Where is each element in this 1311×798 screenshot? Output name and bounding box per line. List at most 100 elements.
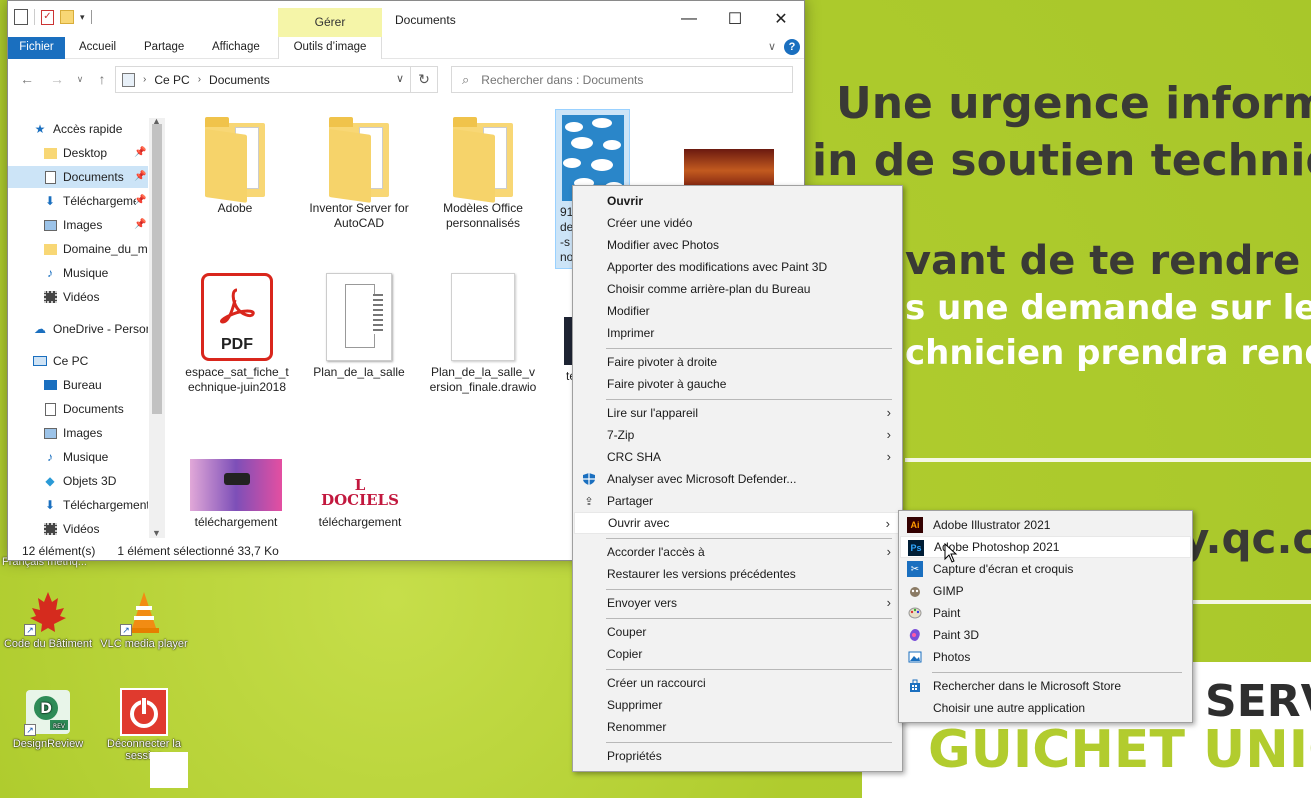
tab-file[interactable]: Fichier xyxy=(8,37,65,59)
openwith-gimp[interactable]: GIMP xyxy=(900,580,1191,602)
nav-scrollbar[interactable]: ▲ ▼ xyxy=(149,116,165,538)
nav-desktop[interactable]: Desktop xyxy=(8,142,148,164)
openwith-paint[interactable]: Paint xyxy=(900,602,1191,624)
tab-manage[interactable]: Gérer xyxy=(278,8,382,37)
search-input[interactable] xyxy=(479,71,760,88)
scroll-down-icon[interactable]: ▼ xyxy=(152,528,161,538)
shortcut-arrow-icon: ↗ xyxy=(24,624,36,636)
tab-image-tools[interactable]: Outils d’image xyxy=(278,37,382,59)
menu-defender-scan[interactable]: Analyser avec Microsoft Defender... xyxy=(574,468,901,490)
properties-icon[interactable] xyxy=(14,9,28,25)
breadcrumb-documents[interactable]: Documents xyxy=(209,73,270,87)
file-item-image[interactable]: L DOCIELS téléchargement xyxy=(312,475,408,530)
openwith-illustrator[interactable]: Ai Adobe Illustrator 2021 xyxy=(900,514,1191,536)
file-item-image[interactable]: téléchargement xyxy=(188,459,284,530)
nav-pc-videos[interactable]: Vidéos xyxy=(8,518,148,540)
menu-rotate-right[interactable]: Faire pivoter à droite xyxy=(574,351,901,373)
checklist-icon[interactable]: ✓ xyxy=(41,9,54,25)
desktop-icon-code-batiment[interactable]: ↗ Code du Bâtiment xyxy=(3,588,93,650)
menu-7zip[interactable]: 7-Zip › xyxy=(574,424,901,446)
desktop-icon-vlc[interactable]: ↗ VLC media player xyxy=(99,588,189,650)
new-folder-icon[interactable] xyxy=(60,10,74,24)
desktop-icon-logoff[interactable]: Déconnecter la session xyxy=(99,688,189,762)
menu-edit[interactable]: Modifier xyxy=(574,300,901,322)
menu-cut[interactable]: Couper xyxy=(574,621,901,643)
search-box[interactable]: ⌕ xyxy=(451,66,793,93)
menu-create-video[interactable]: Créer une vidéo xyxy=(574,212,901,234)
nav-pc-desktop[interactable]: Bureau xyxy=(8,374,148,396)
file-item-doc[interactable]: Plan_de_la_salle xyxy=(304,273,414,380)
file-item-pdf[interactable]: PDF espace_sat_fiche_technique-juin2018 xyxy=(182,273,292,395)
menu-separator xyxy=(932,672,1182,673)
nav-label: OneDrive - Person xyxy=(53,322,148,336)
tab-home[interactable]: Accueil xyxy=(69,37,126,59)
close-button[interactable]: ✕ xyxy=(758,1,804,37)
picture-icon xyxy=(42,217,58,233)
menu-edit-paint3d[interactable]: Apporter des modifications avec Paint 3D xyxy=(574,256,901,278)
ribbon-tabs: Fichier Accueil Partage Affichage Outils… xyxy=(8,37,804,59)
address-dropdown-icon[interactable]: ∨ xyxy=(396,72,404,85)
file-item-image[interactable] xyxy=(681,149,776,189)
power-icon xyxy=(120,688,168,736)
ribbon-expand-icon[interactable]: ∨ xyxy=(768,40,776,53)
menu-set-background[interactable]: Choisir comme arrière-plan du Bureau xyxy=(574,278,901,300)
menu-restore-versions[interactable]: Restaurer les versions précédentes xyxy=(574,563,901,585)
nav-downloads[interactable]: ⬇ Téléchargements xyxy=(8,190,136,212)
recent-dropdown-icon[interactable]: ∨ xyxy=(70,69,90,89)
maximize-button[interactable]: ☐ xyxy=(712,1,758,37)
menu-delete[interactable]: Supprimer xyxy=(574,694,901,716)
designreview-icon: D REV ↗ xyxy=(24,688,72,736)
address-field[interactable]: › Ce PC › Documents ∨ xyxy=(115,66,411,93)
menu-open[interactable]: Ouvrir xyxy=(574,190,901,212)
menu-share[interactable]: ⇪ Partager xyxy=(574,490,901,512)
openwith-photos[interactable]: Photos xyxy=(900,646,1191,668)
scrollbar-thumb[interactable] xyxy=(152,124,162,414)
tab-share[interactable]: Partage xyxy=(134,37,194,59)
breadcrumb-this-pc[interactable]: Ce PC xyxy=(154,73,189,87)
nav-quick-access[interactable]: ★ Accès rapide xyxy=(32,118,163,140)
tab-view[interactable]: Affichage xyxy=(202,37,270,59)
blank-file-icon xyxy=(451,273,515,361)
nav-pc-3d-objects[interactable]: ◆ Objets 3D xyxy=(8,470,148,492)
back-arrow-icon[interactable]: ← xyxy=(17,69,37,89)
openwith-paint3d[interactable]: Paint 3D xyxy=(900,624,1191,646)
minimize-button[interactable]: — xyxy=(666,1,712,37)
nav-videos[interactable]: Vidéos xyxy=(8,286,148,308)
file-item-folder[interactable]: Inventor Server for AutoCAD xyxy=(304,117,414,231)
photoshop-icon: Ps xyxy=(908,540,924,556)
menu-properties[interactable]: Propriétés xyxy=(574,745,901,767)
menu-rename[interactable]: Renommer xyxy=(574,716,901,738)
help-icon[interactable]: ? xyxy=(784,39,800,55)
menu-send-to[interactable]: Envoyer vers › xyxy=(574,592,901,614)
nav-pc-music[interactable]: ♪ Musique xyxy=(8,446,148,468)
menu-print[interactable]: Imprimer xyxy=(574,322,901,344)
menu-cast-to-device[interactable]: Lire sur l'appareil › xyxy=(574,402,901,424)
menu-edit-photos[interactable]: Modifier avec Photos xyxy=(574,234,901,256)
menu-open-with[interactable]: Ouvrir avec › xyxy=(574,512,901,534)
refresh-button[interactable]: ↻ xyxy=(410,66,438,93)
nav-onedrive[interactable]: ☁ OneDrive - Person xyxy=(8,318,148,340)
openwith-store-search[interactable]: Rechercher dans le Microsoft Store xyxy=(900,675,1191,697)
file-item-folder[interactable]: Modèles Office personnalisés xyxy=(428,117,538,231)
openwith-choose-another[interactable]: Choisir une autre application xyxy=(900,697,1191,719)
menu-copy[interactable]: Copier xyxy=(574,643,901,665)
menu-crc-sha[interactable]: CRC SHA › xyxy=(574,446,901,468)
nav-this-pc[interactable]: Ce PC xyxy=(8,350,148,372)
forward-arrow-icon[interactable]: → xyxy=(47,69,67,89)
up-arrow-icon[interactable]: ↑ xyxy=(92,69,112,89)
customize-qat-icon[interactable]: ▾ xyxy=(80,12,85,23)
file-item-blank[interactable]: Plan_de_la_salle_version_finale.drawio xyxy=(428,273,538,395)
nav-domaine[interactable]: Domaine_du_mu xyxy=(8,238,148,260)
nav-pc-documents[interactable]: Documents xyxy=(8,398,148,420)
menu-give-access[interactable]: Accorder l'accès à › xyxy=(574,541,901,563)
nav-music[interactable]: ♪ Musique xyxy=(8,262,148,284)
desktop-icon-designreview[interactable]: D REV ↗ DesignReview xyxy=(3,688,93,750)
nav-pc-downloads[interactable]: ⬇ Téléchargements xyxy=(8,494,148,516)
file-item-folder[interactable]: Adobe xyxy=(180,117,290,216)
nav-documents[interactable]: Documents xyxy=(8,166,148,188)
nav-images[interactable]: Images xyxy=(8,214,148,236)
menu-create-shortcut[interactable]: Créer un raccourci xyxy=(574,672,901,694)
nav-pc-images[interactable]: Images xyxy=(8,422,148,444)
menu-rotate-left[interactable]: Faire pivoter à gauche xyxy=(574,373,901,395)
desktop-white-square xyxy=(150,752,188,788)
